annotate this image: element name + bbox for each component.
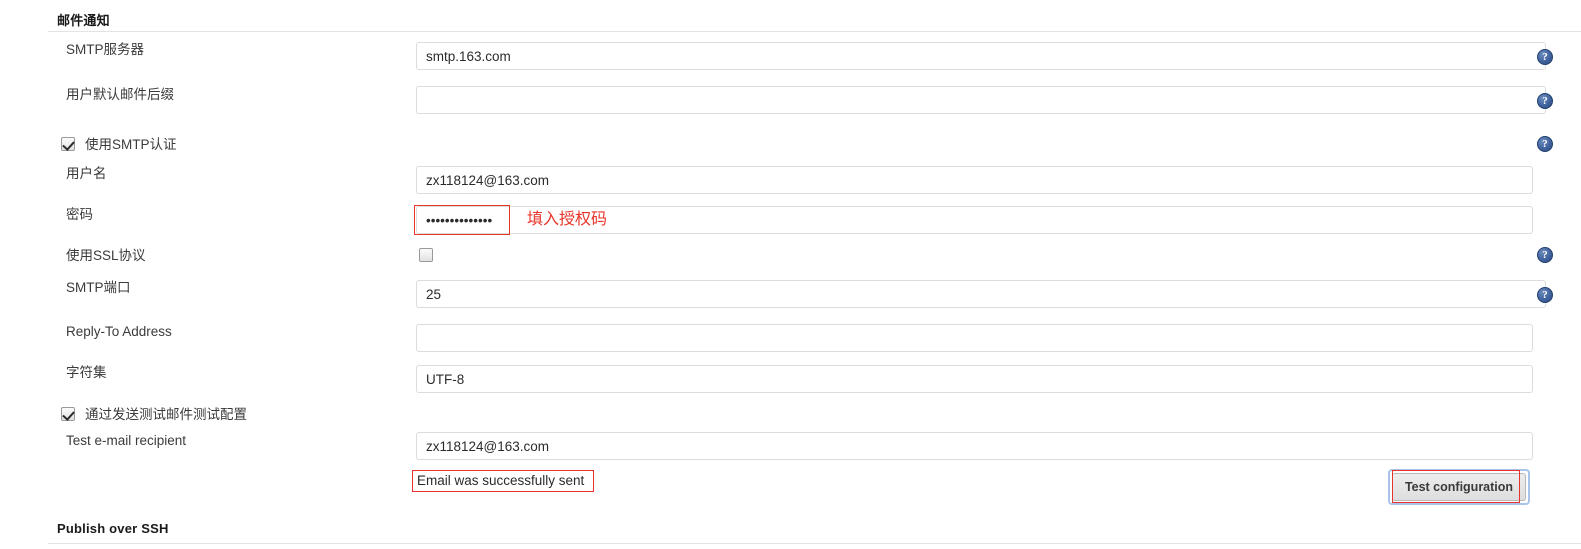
label-smtp-port: SMTP端口	[66, 280, 131, 295]
smtp-port-input[interactable]	[416, 280, 1546, 308]
label-reply-to-address: Reply-To Address	[66, 324, 172, 339]
label-username: 用户名	[66, 166, 107, 181]
checkbox-test-config-by-sending-email[interactable]	[61, 407, 75, 421]
smtp-server-input[interactable]	[416, 42, 1546, 70]
help-icon-use-smtp-auth[interactable]: ?	[1537, 136, 1553, 152]
email-sent-status-text: Email was successfully sent	[417, 473, 585, 488]
section-divider-email	[48, 31, 1581, 32]
section-title-email-notification: 邮件通知	[57, 13, 110, 28]
label-default-user-email-suffix: 用户默认邮件后缀	[66, 87, 174, 102]
label-use-ssl: 使用SSL协议	[66, 248, 146, 263]
help-icon-use-ssl[interactable]: ?	[1537, 247, 1553, 263]
test-email-recipient-input[interactable]	[416, 432, 1533, 460]
charset-input[interactable]	[416, 365, 1533, 393]
email-notification-settings-page: 邮件通知 SMTP服务器 ? 用户默认邮件后缀 ? 使用SMTP认证 ? 用户名…	[0, 0, 1581, 549]
checkbox-label-test-config-by-sending-email[interactable]: 通过发送测试邮件测试配置	[85, 406, 247, 424]
label-charset: 字符集	[66, 365, 107, 380]
label-password: 密码	[66, 207, 93, 222]
reply-to-address-input[interactable]	[416, 324, 1533, 352]
checkbox-label-use-smtp-auth[interactable]: 使用SMTP认证	[85, 136, 177, 154]
label-smtp-server: SMTP服务器	[66, 42, 145, 57]
help-icon-smtp-port[interactable]: ?	[1537, 287, 1553, 303]
label-test-email-recipient: Test e-mail recipient	[66, 433, 187, 448]
smtp-username-input[interactable]	[416, 166, 1533, 194]
test-configuration-button[interactable]: Test configuration	[1392, 473, 1526, 501]
checkbox-use-smtp-auth[interactable]	[61, 137, 75, 151]
help-icon-smtp-server[interactable]: ?	[1537, 49, 1553, 65]
section-divider-ssh	[48, 543, 1581, 544]
checkbox-use-ssl[interactable]	[419, 248, 433, 262]
help-icon-default-user-email-suffix[interactable]: ?	[1537, 93, 1553, 109]
section-title-publish-over-ssh: Publish over SSH	[57, 521, 169, 536]
annotation-text-password-note: 填入授权码	[527, 211, 608, 228]
default-user-email-suffix-input[interactable]	[416, 86, 1546, 114]
